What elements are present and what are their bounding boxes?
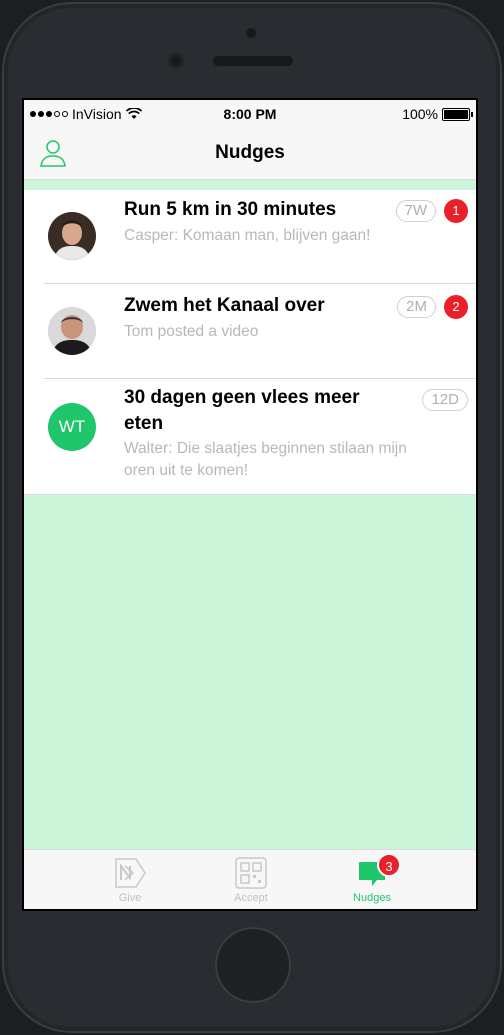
- avatar: WT: [48, 403, 96, 451]
- give-icon: [115, 858, 146, 888]
- front-camera: [168, 53, 184, 69]
- tab-give[interactable]: Give: [75, 856, 185, 904]
- nudge-title: Zwem het Kanaal over: [124, 295, 325, 316]
- status-bar: InVision 8:00 PM 100%: [24, 100, 476, 126]
- age-badge: 7W: [395, 200, 436, 222]
- list-item[interactable]: Zwem het Kanaal over Tom posted a video …: [44, 284, 476, 379]
- age-badge: 12D: [422, 389, 468, 411]
- person-photo-icon: [48, 212, 96, 260]
- tab-accept[interactable]: Accept: [196, 856, 306, 904]
- nudge-title: 30 dagen geen vlees meer eten: [124, 385, 360, 437]
- nudge-title-line: 30 dagen geen vlees meer: [124, 387, 360, 408]
- avatar: [48, 212, 96, 260]
- camera-dot: [246, 28, 256, 38]
- nudge-title: Run 5 km in 30 minutes: [124, 199, 337, 220]
- navigation-bar: Nudges: [24, 126, 476, 180]
- nudge-subtitle: Tom posted a video: [124, 323, 259, 340]
- age-badge: 2M: [397, 296, 436, 318]
- list-item[interactable]: Run 5 km in 30 minutes Casper: Komaan ma…: [44, 190, 476, 284]
- earpiece-speaker: [213, 56, 293, 66]
- nudge-subtitle: Casper: Komaan man, blijven gaan!: [124, 227, 371, 244]
- unread-badge: 1: [444, 199, 468, 223]
- unread-badge: 2: [444, 295, 468, 319]
- nudge-title-line: eten: [124, 413, 164, 434]
- tab-nudges[interactable]: Nudges 3: [317, 853, 427, 904]
- tab-label: Nudges: [353, 892, 391, 904]
- tab-bar: Give Accept Nudges 3: [24, 849, 476, 909]
- home-button[interactable]: [215, 927, 291, 1003]
- list-item[interactable]: WT 30 dagen geen vlees meer eten Walter:…: [44, 379, 476, 494]
- tab-badge: 3: [377, 853, 401, 877]
- screen: InVision 8:00 PM 100% Nudges Run 5 km in…: [22, 98, 478, 911]
- nudge-subtitle-line: oren uit te komen!: [124, 462, 249, 479]
- qr-code-icon: [235, 857, 267, 889]
- person-photo-icon: [48, 307, 96, 355]
- battery-icon: [442, 107, 473, 121]
- avatar-initials: WT: [58, 417, 86, 436]
- nudge-list: Run 5 km in 30 minutes Casper: Komaan ma…: [24, 190, 476, 495]
- page-title: Nudges: [215, 142, 285, 163]
- battery-percent: 100%: [402, 106, 438, 122]
- tab-label: Give: [118, 892, 142, 904]
- tab-label: Accept: [234, 892, 268, 904]
- nudge-subtitle-line: Walter: Die slaatjes beginnen stilaan mi…: [124, 440, 407, 457]
- nudge-subtitle: Walter: Die slaatjes beginnen stilaan mi…: [124, 438, 407, 482]
- battery-info: 100%: [402, 106, 473, 122]
- avatar: [48, 307, 96, 355]
